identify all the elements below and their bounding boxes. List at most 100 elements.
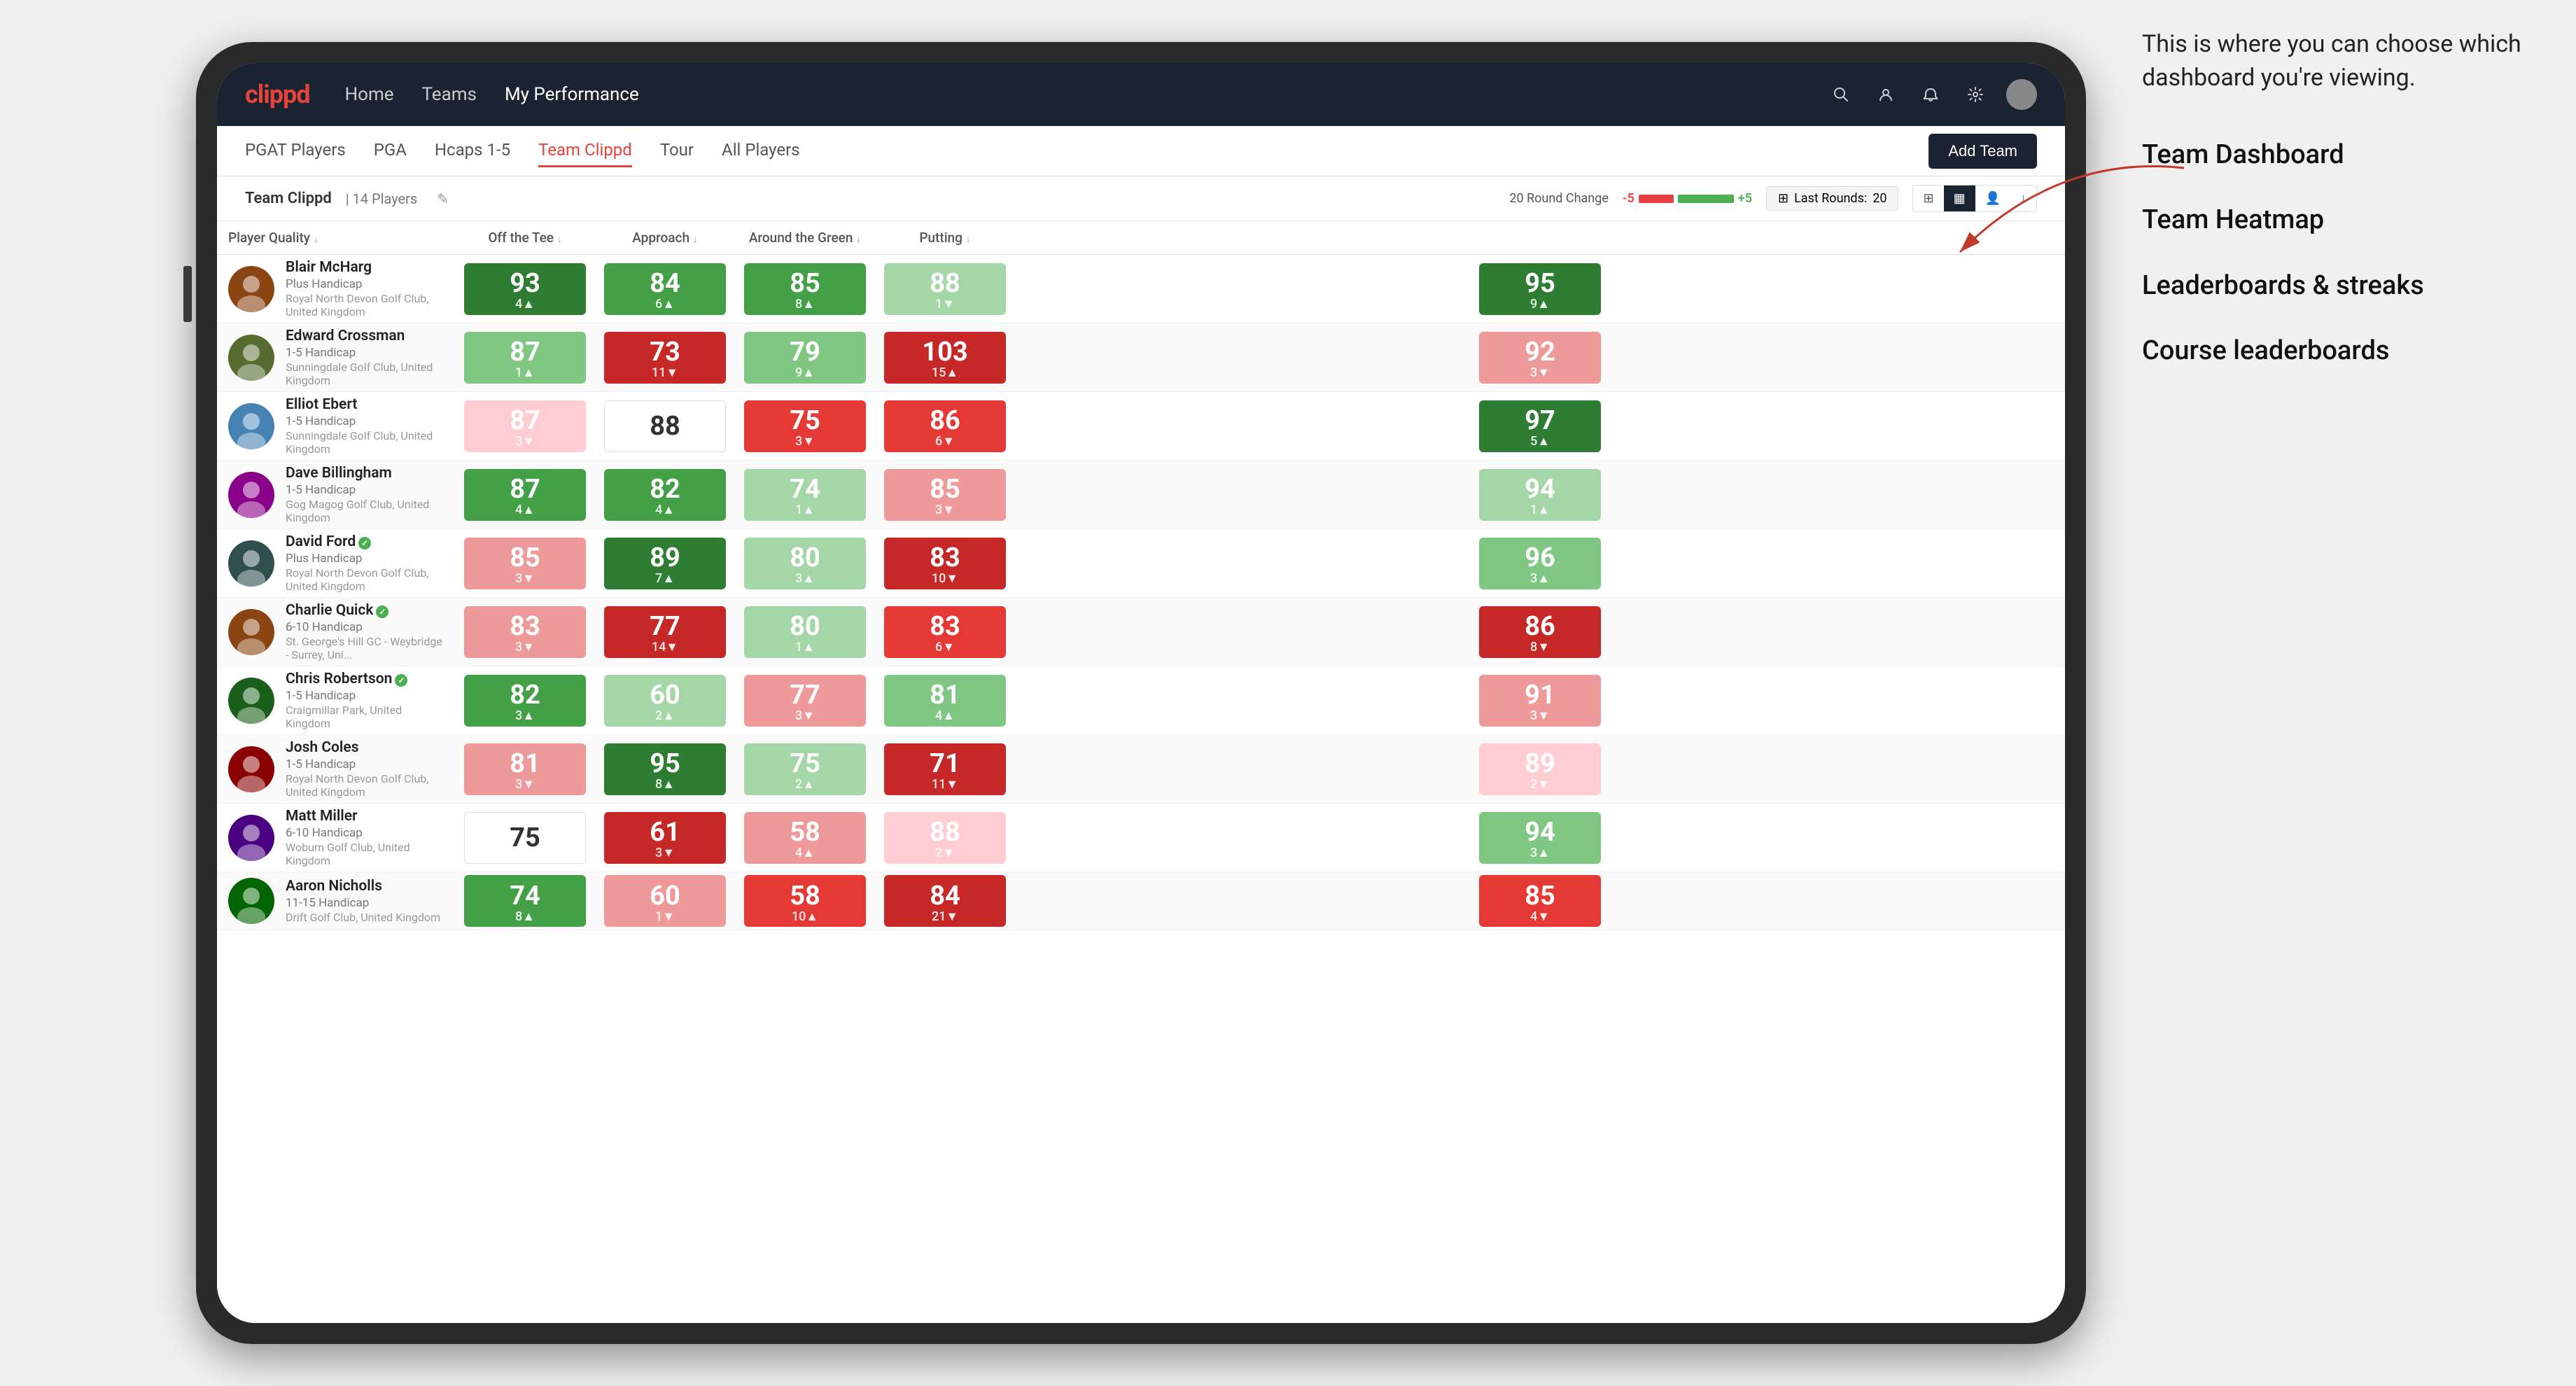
col-header-offtee[interactable]: Off the Tee ↓ [455, 221, 595, 255]
player-cell-4[interactable]: David Ford✓ Plus Handicap Royal North De… [217, 529, 455, 598]
score-cell-4-1[interactable]: 89 7▲ [595, 529, 735, 598]
sub-nav-hcaps[interactable]: Hcaps 1-5 [435, 134, 510, 167]
sub-nav-allplayers[interactable]: All Players [722, 134, 800, 167]
player-cell-2[interactable]: Elliot Ebert 1-5 Handicap Sunningdale Go… [217, 392, 455, 461]
score-box-2-1: 88 [604, 400, 726, 452]
col-header-approach[interactable]: Approach ↓ [595, 221, 735, 255]
score-cell-7-2[interactable]: 75 2▲ [735, 735, 875, 804]
player-avatar-4 [228, 540, 274, 587]
search-icon[interactable] [1827, 80, 1855, 108]
table-row: Matt Miller 6-10 Handicap Woburn Golf Cl… [217, 804, 2065, 872]
score-cell-3-4[interactable]: 94 1▲ [1015, 461, 2065, 529]
sub-nav-pgat[interactable]: PGAT Players [245, 134, 346, 167]
score-box-6-2: 77 3▼ [744, 675, 866, 727]
sub-nav-pga[interactable]: PGA [374, 134, 407, 167]
score-cell-0-3[interactable]: 88 1▼ [875, 255, 1015, 323]
score-cell-5-4[interactable]: 86 8▼ [1015, 598, 2065, 666]
score-box-8-0: 75 [464, 812, 586, 864]
score-cell-3-0[interactable]: 87 4▲ [455, 461, 595, 529]
score-cell-1-3[interactable]: 103 15▲ [875, 323, 1015, 392]
player-cell-3[interactable]: Dave Billingham 1-5 Handicap Gog Magog G… [217, 461, 455, 529]
score-cell-7-0[interactable]: 81 3▼ [455, 735, 595, 804]
table-row: Blair McHarg Plus Handicap Royal North D… [217, 255, 2065, 323]
score-cell-2-2[interactable]: 75 3▼ [735, 392, 875, 461]
score-cell-5-1[interactable]: 77 14▼ [595, 598, 735, 666]
score-cell-8-0[interactable]: 75 [455, 804, 595, 872]
score-cell-5-2[interactable]: 80 1▲ [735, 598, 875, 666]
score-cell-8-1[interactable]: 61 3▼ [595, 804, 735, 872]
score-box-5-3: 83 6▼ [884, 606, 1006, 658]
score-cell-6-2[interactable]: 77 3▼ [735, 666, 875, 735]
col-header-putting[interactable]: Putting ↓ [875, 221, 1015, 255]
score-cell-9-2[interactable]: 58 10▲ [735, 872, 875, 930]
player-cell-7[interactable]: Josh Coles 1-5 Handicap Royal North Devo… [217, 735, 455, 804]
player-club-8: Woburn Golf Club, United Kingdom [286, 841, 444, 867]
player-cell-0[interactable]: Blair McHarg Plus Handicap Royal North D… [217, 255, 455, 323]
last-rounds-button[interactable]: ⊞ Last Rounds: 20 [1766, 186, 1898, 211]
score-cell-2-1[interactable]: 88 [595, 392, 735, 461]
score-cell-4-4[interactable]: 96 3▲ [1015, 529, 2065, 598]
score-cell-7-3[interactable]: 71 11▼ [875, 735, 1015, 804]
nav-link-teams[interactable]: Teams [422, 81, 477, 108]
score-cell-7-4[interactable]: 89 2▼ [1015, 735, 2065, 804]
score-cell-9-3[interactable]: 84 21▼ [875, 872, 1015, 930]
score-cell-9-1[interactable]: 60 1▼ [595, 872, 735, 930]
settings-icon[interactable] [1961, 80, 1989, 108]
score-cell-6-1[interactable]: 60 2▲ [595, 666, 735, 735]
player-handicap-7: 1-5 Handicap [286, 757, 444, 771]
side-button[interactable] [183, 266, 192, 322]
score-box-7-0: 81 3▼ [464, 743, 586, 795]
player-info-3: Dave Billingham 1-5 Handicap Gog Magog G… [286, 465, 444, 524]
player-avatar-2 [228, 403, 274, 449]
score-cell-3-2[interactable]: 74 1▲ [735, 461, 875, 529]
score-cell-4-0[interactable]: 85 3▼ [455, 529, 595, 598]
score-cell-9-4[interactable]: 85 4▼ [1015, 872, 2065, 930]
player-cell-1[interactable]: Edward Crossman 1-5 Handicap Sunningdale… [217, 323, 455, 392]
score-cell-4-3[interactable]: 83 10▼ [875, 529, 1015, 598]
score-cell-2-3[interactable]: 86 6▼ [875, 392, 1015, 461]
sub-nav-tour[interactable]: Tour [660, 134, 694, 167]
score-box-6-3: 81 4▲ [884, 675, 1006, 727]
score-cell-4-2[interactable]: 80 3▲ [735, 529, 875, 598]
score-cell-5-3[interactable]: 83 6▼ [875, 598, 1015, 666]
score-cell-1-2[interactable]: 79 9▲ [735, 323, 875, 392]
score-cell-1-0[interactable]: 87 1▲ [455, 323, 595, 392]
col-header-player[interactable]: Player Quality ↓ [217, 221, 455, 255]
score-cell-2-0[interactable]: 87 3▼ [455, 392, 595, 461]
score-cell-7-1[interactable]: 95 8▲ [595, 735, 735, 804]
score-cell-6-0[interactable]: 82 3▲ [455, 666, 595, 735]
nav-link-myperformance[interactable]: My Performance [505, 81, 639, 108]
score-cell-3-1[interactable]: 82 4▲ [595, 461, 735, 529]
player-cell-5[interactable]: Charlie Quick✓ 6-10 Handicap St. George'… [217, 598, 455, 666]
edit-icon[interactable]: ✎ [437, 190, 449, 207]
score-cell-0-4[interactable]: 95 9▲ [1015, 255, 2065, 323]
score-cell-6-4[interactable]: 91 3▼ [1015, 666, 2065, 735]
score-cell-0-1[interactable]: 84 6▲ [595, 255, 735, 323]
sub-nav-team[interactable]: Team Clippd [538, 134, 632, 167]
score-cell-5-0[interactable]: 83 3▼ [455, 598, 595, 666]
score-cell-3-3[interactable]: 85 3▼ [875, 461, 1015, 529]
score-cell-8-3[interactable]: 88 2▼ [875, 804, 1015, 872]
user-avatar[interactable] [2006, 79, 2037, 110]
player-cell-8[interactable]: Matt Miller 6-10 Handicap Woburn Golf Cl… [217, 804, 455, 872]
player-cell-9[interactable]: Aaron Nicholls 11-15 Handicap Drift Golf… [217, 872, 455, 930]
nav-link-home[interactable]: Home [345, 81, 394, 108]
table-row: Edward Crossman 1-5 Handicap Sunningdale… [217, 323, 2065, 392]
score-cell-9-0[interactable]: 74 8▲ [455, 872, 595, 930]
score-box-3-4: 94 1▲ [1479, 469, 1601, 521]
score-cell-0-0[interactable]: 93 4▲ [455, 255, 595, 323]
user-icon[interactable] [1872, 80, 1900, 108]
score-cell-2-4[interactable]: 97 5▲ [1015, 392, 2065, 461]
score-cell-1-1[interactable]: 73 11▼ [595, 323, 735, 392]
player-club-7: Royal North Devon Golf Club, United King… [286, 772, 444, 799]
score-cell-8-4[interactable]: 94 3▲ [1015, 804, 2065, 872]
score-cell-8-2[interactable]: 58 4▲ [735, 804, 875, 872]
score-cell-0-2[interactable]: 85 8▲ [735, 255, 875, 323]
table-toolbar: Team Clippd | 14 Players ✎ 20 Round Chan… [217, 176, 2065, 221]
score-cell-1-4[interactable]: 92 3▼ [1015, 323, 2065, 392]
bell-icon[interactable] [1917, 80, 1945, 108]
nav-logo: clippd [245, 80, 310, 109]
player-cell-6[interactable]: Chris Robertson✓ 1-5 Handicap Craigmilla… [217, 666, 455, 735]
score-cell-6-3[interactable]: 81 4▲ [875, 666, 1015, 735]
col-header-around[interactable]: Around the Green ↓ [735, 221, 875, 255]
